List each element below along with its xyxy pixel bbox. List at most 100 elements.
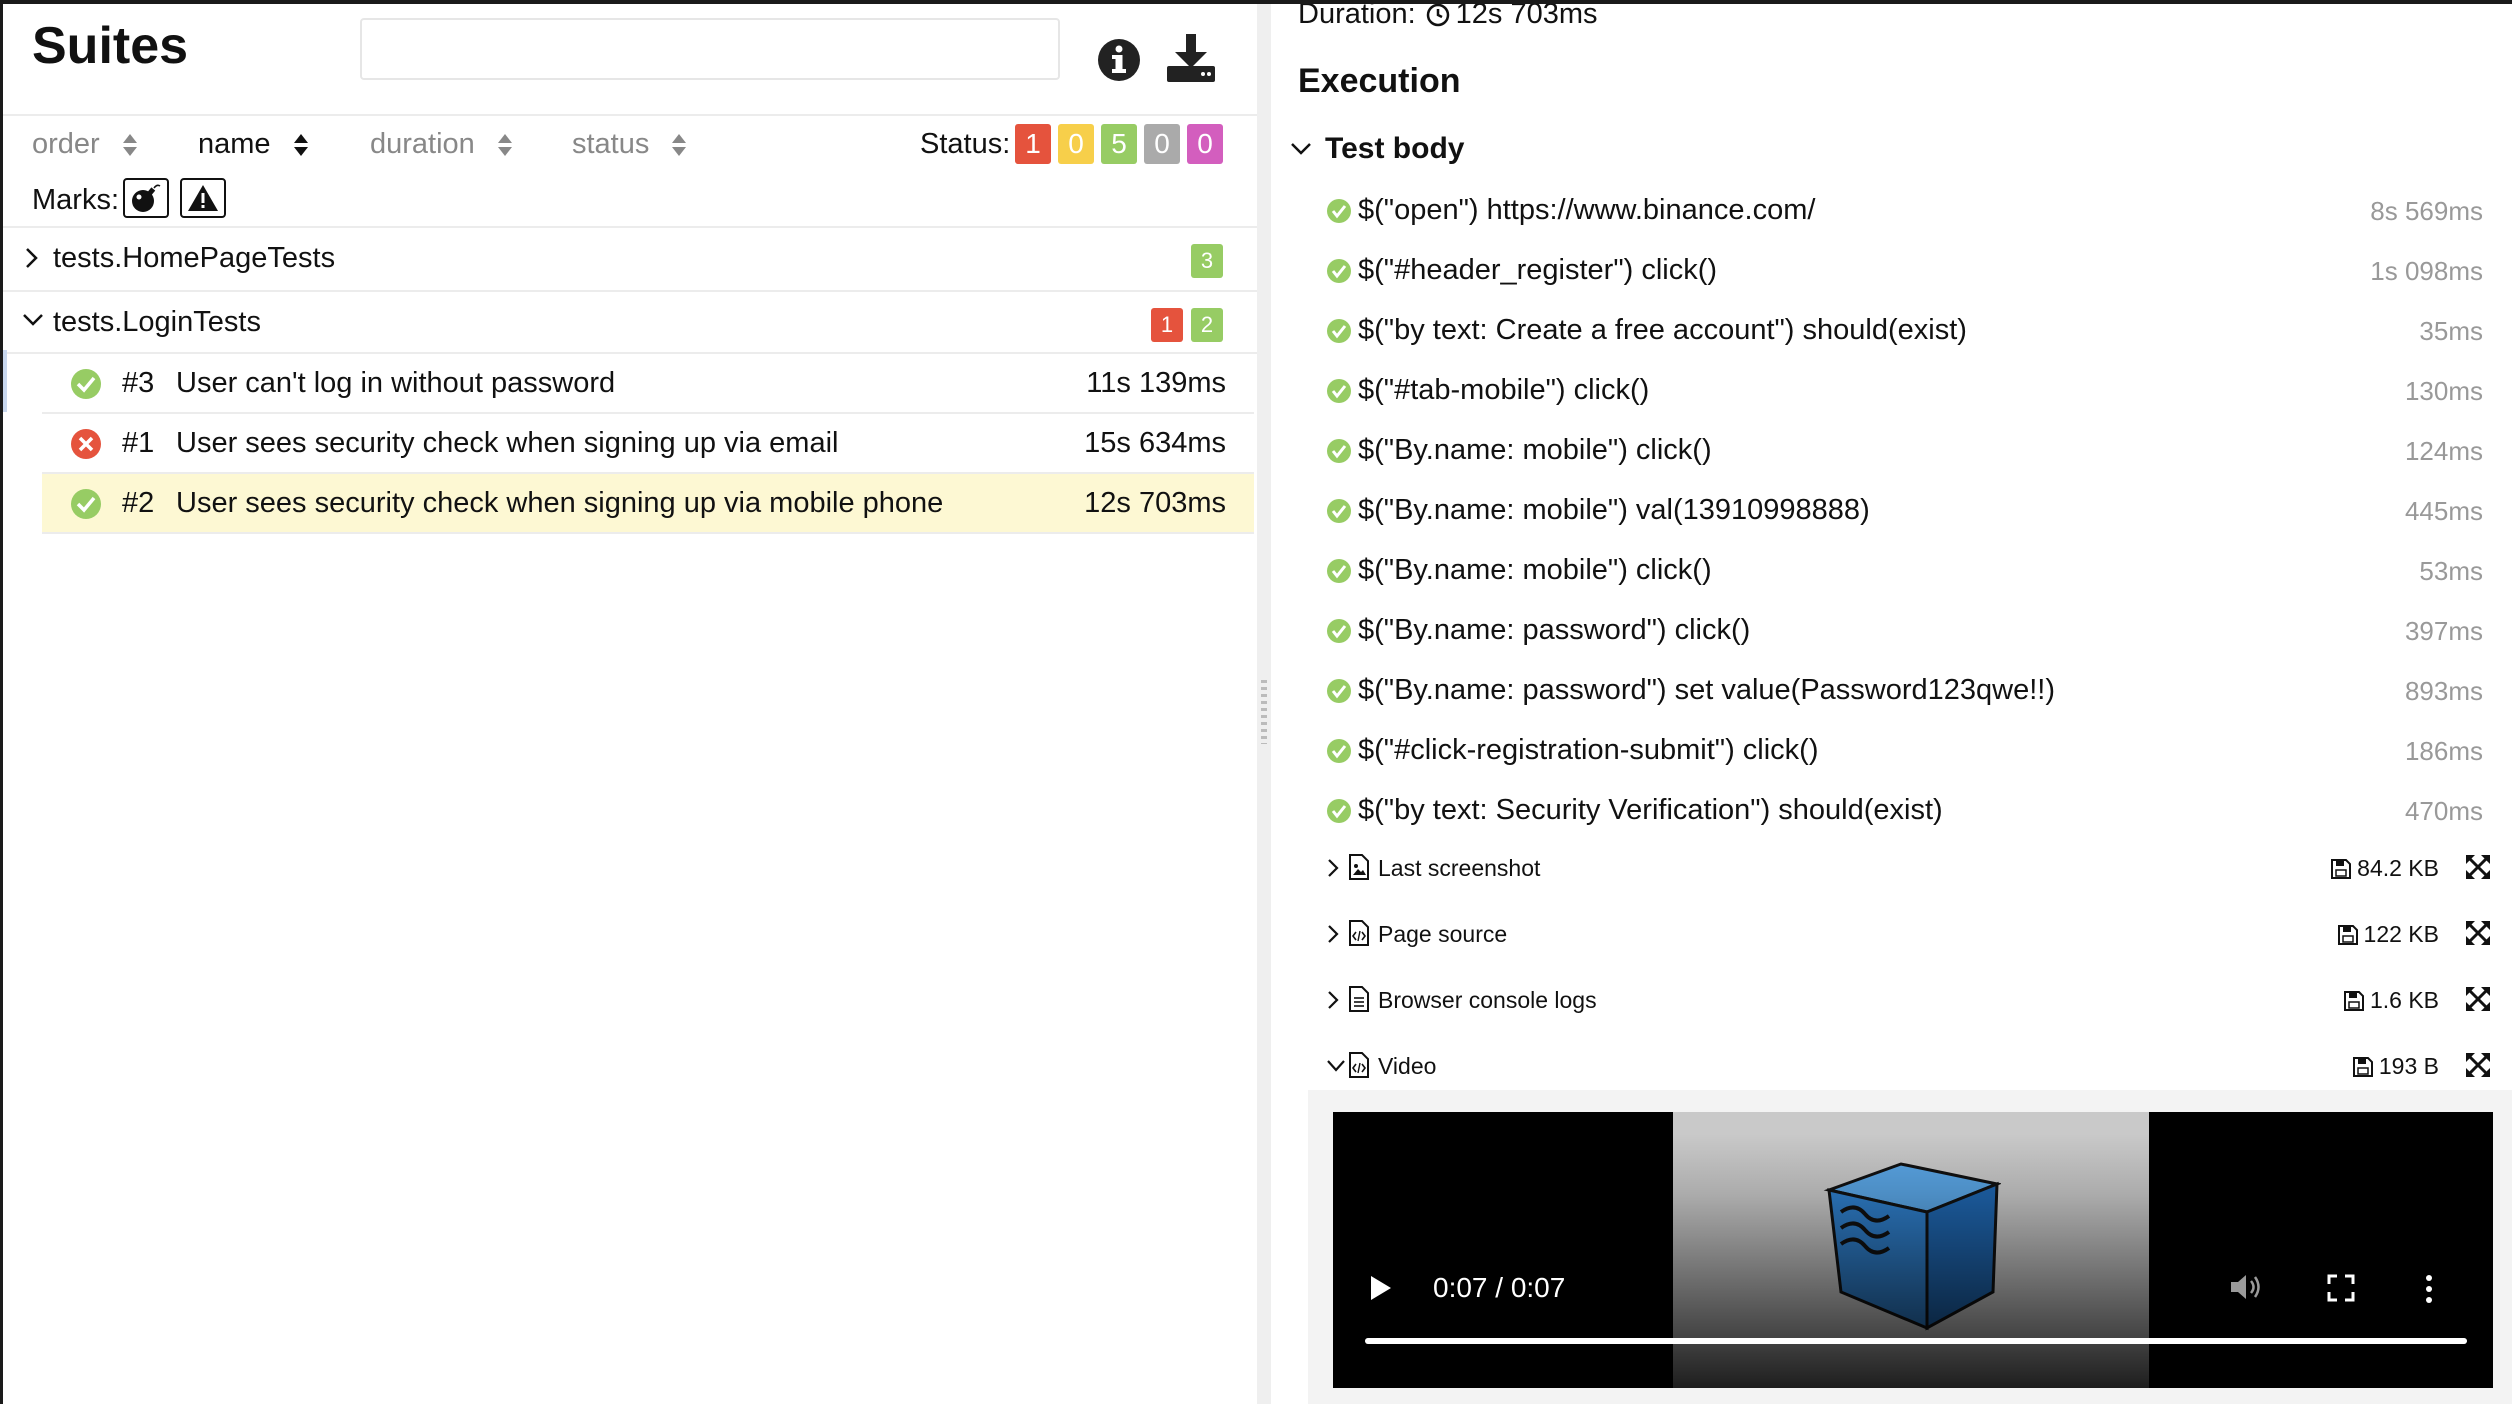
status-filter-passed[interactable]: 5 bbox=[1101, 124, 1137, 164]
video-progress-track[interactable] bbox=[1365, 1338, 2467, 1344]
suite-name: tests.LoginTests bbox=[53, 306, 261, 338]
test-duration: 15s 634ms bbox=[1084, 427, 1226, 459]
step-row[interactable]: $("by text: Security Verification") shou… bbox=[1326, 782, 2491, 842]
step-duration: 186ms bbox=[2404, 736, 2483, 766]
sort-label: duration bbox=[370, 128, 475, 160]
fullscreen-icon[interactable] bbox=[2327, 1274, 2355, 1302]
step-row[interactable]: $("By.name: password") click() 397ms bbox=[1326, 602, 2491, 662]
test-row-selected[interactable]: #2 User sees security check when signing… bbox=[42, 474, 1254, 534]
suite-failed-count: 1 bbox=[1151, 308, 1183, 342]
step-duration: 124ms bbox=[2404, 436, 2483, 466]
step-duration: 445ms bbox=[2404, 496, 2483, 526]
sort-icon bbox=[293, 133, 308, 156]
status-filter-broken[interactable]: 0 bbox=[1058, 124, 1094, 164]
sort-label: name bbox=[198, 128, 271, 160]
duration-value: 12s 703ms bbox=[1455, 4, 1598, 30]
resize-grip-icon[interactable] bbox=[1261, 680, 1267, 744]
attachment-last-screenshot[interactable]: Last screenshot 84.2 KB bbox=[1326, 838, 2491, 898]
step-row[interactable]: $("By.name: password") set value(Passwor… bbox=[1326, 662, 2491, 722]
status-filter-skipped[interactable]: 0 bbox=[1144, 124, 1180, 164]
clock-icon bbox=[1426, 4, 1449, 26]
passed-status-icon bbox=[1327, 799, 1351, 823]
code-file-icon bbox=[1349, 1052, 1369, 1078]
step-text: $("By.name: password") set value(Passwor… bbox=[1358, 674, 2056, 706]
chevron-right-icon bbox=[1328, 859, 1339, 877]
expand-icon[interactable] bbox=[2465, 1052, 2491, 1078]
sort-by-duration[interactable]: duration bbox=[370, 128, 513, 161]
test-body-toggle[interactable]: Test body bbox=[1289, 132, 1464, 166]
step-text: $("#header_register") click() bbox=[1358, 254, 1718, 286]
step-text: $("#tab-mobile") click() bbox=[1358, 374, 1650, 406]
step-duration: 893ms bbox=[2404, 676, 2483, 706]
test-number: #2 bbox=[122, 487, 155, 519]
chevron-right-icon bbox=[26, 248, 38, 268]
save-icon bbox=[2352, 1056, 2373, 1077]
step-row[interactable]: $("by text: Create a free account") shou… bbox=[1326, 302, 2491, 362]
play-icon[interactable] bbox=[1369, 1274, 1393, 1302]
selection-indicator bbox=[3, 350, 7, 412]
step-duration: 470ms bbox=[2404, 796, 2483, 826]
info-icon bbox=[1098, 39, 1140, 81]
save-icon bbox=[2337, 924, 2358, 945]
attachment-label: Browser console logs bbox=[1378, 987, 1597, 1013]
test-row[interactable]: #3 User can't log in without password 11… bbox=[42, 354, 1254, 414]
step-duration: 8s 569ms bbox=[2370, 196, 2483, 226]
step-row[interactable]: $("#header_register") click() 1s 098ms bbox=[1326, 242, 2491, 302]
suite-name: tests.HomePageTests bbox=[53, 242, 336, 274]
mark-flaky-button[interactable] bbox=[123, 178, 169, 218]
text-file-icon bbox=[1349, 986, 1369, 1012]
test-row[interactable]: #1 User sees security check when signing… bbox=[42, 414, 1254, 474]
passed-status-icon bbox=[1327, 679, 1351, 703]
passed-status-icon bbox=[1327, 319, 1351, 343]
step-row[interactable]: $("#tab-mobile") click() 130ms bbox=[1326, 362, 2491, 422]
volume-muted-icon[interactable] bbox=[2229, 1272, 2263, 1302]
suite-row-logintests[interactable]: tests.LoginTests 1 2 bbox=[3, 292, 1257, 354]
passed-status-icon bbox=[1327, 439, 1351, 463]
step-row[interactable]: $("open") https://www.binance.com/8s 569… bbox=[1326, 182, 2491, 242]
step-row[interactable]: $("By.name: mobile") click() 124ms bbox=[1326, 422, 2491, 482]
sort-by-status[interactable]: status bbox=[572, 128, 687, 161]
passed-status-icon bbox=[1327, 559, 1351, 583]
step-row[interactable]: $("#click-registration-submit") click() 1… bbox=[1326, 722, 2491, 782]
attachment-browser-console-logs[interactable]: Browser console logs 1.6 KB bbox=[1326, 970, 2491, 1030]
status-filter-failed[interactable]: 1 bbox=[1015, 124, 1051, 164]
download-button[interactable] bbox=[1163, 32, 1219, 84]
suite-passed-count: 2 bbox=[1191, 308, 1223, 342]
attachment-page-source[interactable]: Page source 122 KB bbox=[1326, 904, 2491, 964]
attachment-video[interactable]: Video 193 B bbox=[1326, 1036, 2491, 1096]
save-icon bbox=[2343, 990, 2364, 1011]
suite-row-homepagetests[interactable]: tests.HomePageTests 3 bbox=[3, 228, 1257, 290]
sort-icon bbox=[122, 133, 137, 156]
expand-icon[interactable] bbox=[2465, 986, 2491, 1012]
page-title: Suites bbox=[32, 17, 189, 75]
expand-icon[interactable] bbox=[2465, 854, 2491, 880]
duration-line: Duration: 12s 703ms bbox=[1298, 4, 1598, 31]
step-row[interactable]: $("By.name: mobile") val(13910998888) 445… bbox=[1326, 482, 2491, 542]
info-button[interactable] bbox=[1095, 36, 1143, 84]
test-duration: 11s 139ms bbox=[1086, 367, 1226, 399]
step-row[interactable]: $("By.name: mobile") click() 53ms bbox=[1326, 542, 2491, 602]
step-duration: 130ms bbox=[2404, 376, 2483, 406]
step-duration: 1s 098ms bbox=[2370, 256, 2483, 286]
code-file-icon bbox=[1349, 920, 1369, 946]
more-options-icon[interactable] bbox=[2423, 1274, 2435, 1304]
step-text: $("By.name: mobile") val(13910998888) bbox=[1358, 494, 1870, 526]
search-input[interactable] bbox=[360, 18, 1060, 80]
sort-by-name[interactable]: name bbox=[198, 128, 309, 161]
mark-new-failed-button[interactable] bbox=[180, 178, 226, 218]
sort-by-order[interactable]: order bbox=[32, 128, 138, 161]
download-icon bbox=[1167, 34, 1215, 82]
status-filter-unknown[interactable]: 0 bbox=[1187, 124, 1223, 164]
chevron-right-icon bbox=[1328, 991, 1339, 1009]
chevron-down-icon bbox=[23, 314, 43, 326]
video-controls-overlay bbox=[1333, 1112, 2493, 1388]
suite-passed-count: 3 bbox=[1191, 244, 1223, 278]
bomb-icon bbox=[132, 184, 161, 212]
step-text: $("By.name: mobile") click() bbox=[1358, 554, 1712, 586]
size-text: 84.2 KB bbox=[2357, 855, 2439, 881]
video-player[interactable]: 0:07 / 0:07 bbox=[1333, 1112, 2493, 1388]
attachment-size: 122 KB bbox=[2337, 921, 2439, 948]
attachment-size: 193 B bbox=[2352, 1053, 2439, 1080]
expand-icon[interactable] bbox=[2465, 920, 2491, 946]
test-name: User can't log in without password bbox=[176, 367, 616, 399]
